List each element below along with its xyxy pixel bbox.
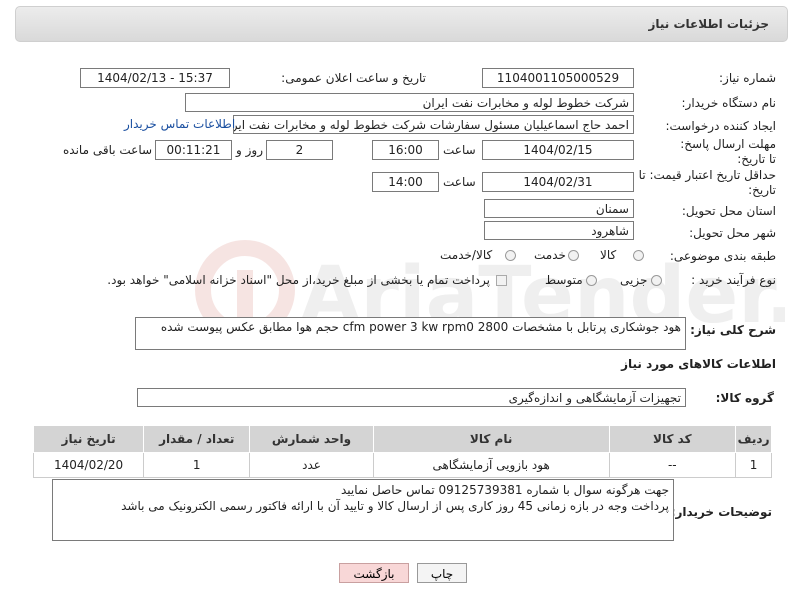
buyer-notes-textarea[interactable]: جهت هرگونه سوال با شماره 09125739381 تما… [52,479,674,541]
category-radio-service[interactable] [568,250,579,261]
category-radio-goods[interactable] [633,250,644,261]
province-label: استان محل تحویل: [681,204,776,218]
deadline-time-label: ساعت [443,143,476,157]
col-unit-header: واحد شمارش [249,425,374,453]
col-name-header: نام کالا [372,425,610,453]
cell-name: هود بازویی آزمایشگاهی [372,452,610,478]
process-option-partial: جزیی [620,273,648,287]
announce-date-label: تاریخ و ساعت اعلان عمومی: [281,71,426,85]
deadline-date-field[interactable]: 1404/02/15 [482,140,634,160]
cell-qty: 1 [143,452,251,478]
goods-table-header-row: ردیف کد کالا نام کالا واحد شمارش تعداد /… [32,425,772,453]
city-label: شهر محل تحویل: [689,226,776,240]
buyer-org-field[interactable]: شرکت خطوط لوله و مخابرات نفت ایران [185,93,634,112]
page-title: جزئیات اطلاعات نیاز [648,17,769,31]
cell-code: -- [608,452,737,478]
city-field[interactable]: شاهرود [484,221,634,240]
category-option-both: کالا/خدمت [440,248,493,262]
col-code-header: کد کالا [608,425,737,453]
print-button[interactable]: چاپ [417,563,467,583]
remaining-time-field[interactable]: 00:11:21 [155,140,232,160]
goods-section-title: اطلاعات کالاهای مورد نیاز [621,357,776,371]
requester-field[interactable]: احمد حاج اسماعیلیان مسئول سفارشات شرکت خ… [233,115,634,134]
buyer-notes-line2: پرداخت وجه در بازه زمانی 45 روز کاری پس … [121,499,669,513]
requester-label: ایجاد کننده درخواست: [665,119,776,133]
description-textarea[interactable]: هود جوشکاری پرتابل با مشخصات cfm power 3… [135,317,686,350]
province-field[interactable]: سمنان [484,199,634,218]
buyer-org-label: نام دستگاه خریدار: [681,96,777,110]
category-option-service: خدمت [534,248,566,262]
category-option-goods: کالا [600,248,617,262]
remaining-time-label: ساعت باقی مانده [63,143,153,157]
col-date-header: تاریخ نیاز [32,425,145,453]
min-price-date-label: حداقل تاریخ اعتبار قیمت: تا تاریخ: [638,168,776,197]
description-label: شرح کلی نیاز: [690,323,776,337]
days-label: روز و [236,143,263,157]
treasury-checkbox[interactable] [496,275,507,286]
buyer-notes-line1: جهت هرگونه سوال با شماره 09125739381 تما… [340,483,669,497]
cell-unit: عدد [249,452,374,478]
treasury-note: پرداخت تمام یا بخشی از مبلغ خرید،از محل … [107,273,490,287]
buyer-contact-link[interactable]: اطلاعات تماس خریدار [124,117,235,131]
process-option-medium: متوسط [545,273,583,287]
cell-date: 1404/02/20 [32,452,145,478]
buyer-notes-label: توضیحات خریدار: [670,505,772,519]
col-qty-header: تعداد / مقدار [143,425,251,453]
back-button[interactable]: بازگشت [339,563,409,583]
process-radio-partial[interactable] [651,275,662,286]
process-radio-medium[interactable] [586,275,597,286]
category-label: طبقه بندی موضوعی: [669,249,776,263]
category-radio-both[interactable] [505,250,516,261]
cell-row: 1 [735,452,772,478]
goods-group-label: گروه کالا: [715,391,774,405]
deadline-time-field[interactable]: 16:00 [372,140,439,160]
days-field[interactable]: 2 [266,140,333,160]
section-header: جزئیات اطلاعات نیاز [15,6,788,42]
min-price-time-field[interactable]: 14:00 [372,172,439,192]
col-row-header: ردیف [735,425,772,453]
process-label: نوع فرآیند خرید : [691,273,776,287]
table-row: 1 -- هود بازویی آزمایشگاهی عدد 1 1404/02… [32,452,772,478]
min-price-date-field[interactable]: 1404/02/31 [482,172,634,192]
min-price-time-label: ساعت [443,175,476,189]
goods-table: ردیف کد کالا نام کالا واحد شمارش تعداد /… [32,425,772,478]
announce-date-field[interactable]: 1404/02/13 - 15:37 [80,68,230,88]
need-number-field[interactable]: 1104001105000529 [482,68,634,88]
need-number-label: شماره نیاز: [719,71,776,85]
goods-group-field[interactable]: تجهیزات آزمایشگاهی و اندازه‌گیری [137,388,686,407]
deadline-label: مهلت ارسال پاسخ: تا تاریخ: [680,137,776,166]
